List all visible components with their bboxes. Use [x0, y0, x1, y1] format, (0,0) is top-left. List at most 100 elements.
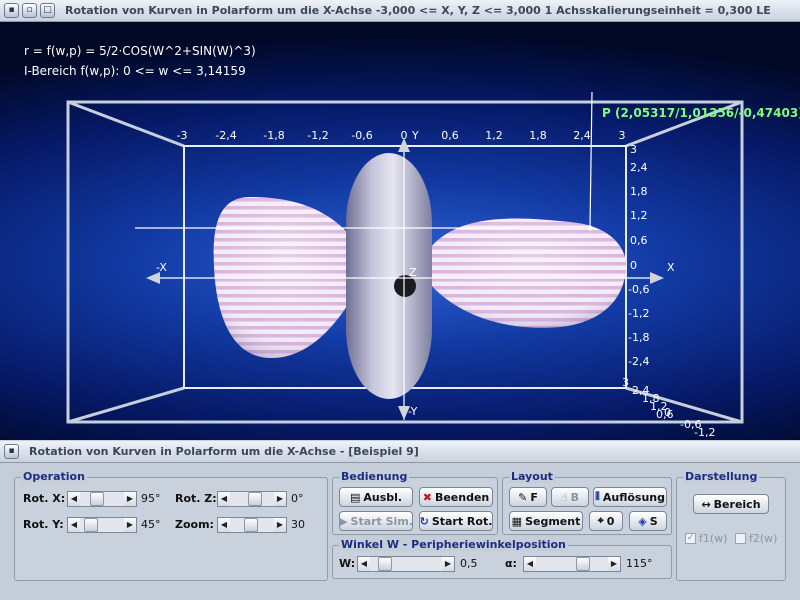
scroll-left-icon[interactable]: ◀	[68, 492, 80, 506]
slider-thumb[interactable]	[84, 518, 98, 532]
minimize-icon[interactable]: ▫	[22, 3, 37, 18]
start-rot-button[interactable]: ↻ Start Rot.	[419, 511, 493, 531]
zero-button[interactable]: ⌖ 0	[589, 511, 623, 531]
alpha-value: 115°	[626, 557, 653, 570]
ausbl-button[interactable]: ▤ Ausbl.	[339, 487, 413, 507]
slider-thumb[interactable]	[90, 492, 104, 506]
zoom-slider[interactable]: ◀ ▶	[217, 517, 287, 533]
top-tick-label: 0,6	[441, 129, 459, 142]
scroll-right-icon[interactable]: ▶	[124, 492, 136, 506]
brush-icon: ✎	[518, 490, 528, 504]
plot-canvas: -3 -2,4 -1,8 -1,2 -0,6 0 0,6 1,2 1,8 2,4…	[66, 91, 744, 439]
diag-tick-label: 0	[664, 406, 671, 419]
rotate-icon: ↻	[419, 514, 429, 528]
scroll-left-icon[interactable]: ◀	[68, 518, 80, 532]
f-button[interactable]: ✎ F	[509, 487, 547, 507]
w-value: 0,5	[460, 557, 478, 570]
f2-label: f2(w)	[749, 532, 778, 545]
right-tick-label: 2,4	[630, 161, 648, 174]
scroll-right-icon[interactable]: ▶	[274, 492, 286, 506]
checkbox-checked-icon[interactable]: ✓	[685, 533, 696, 544]
top-tick-label: -1,8	[263, 129, 284, 142]
scroll-right-icon[interactable]: ▶	[124, 518, 136, 532]
maximize-icon[interactable]: □	[40, 3, 55, 18]
rot-x-value: 95°	[141, 492, 161, 505]
slider-thumb[interactable]	[576, 557, 590, 571]
right-tick-label: 1,8	[630, 185, 648, 198]
bereich-label: Bereich	[713, 497, 761, 511]
window-menu-icon[interactable]: ▪	[4, 444, 19, 459]
beenden-button[interactable]: ✖ Beenden	[419, 487, 493, 507]
top-tick-label: 0	[401, 129, 408, 142]
bereich-button[interactable]: ↔ Bereich	[693, 494, 769, 514]
checkbox-icon[interactable]	[735, 533, 746, 544]
pointer-icon: ☝	[560, 490, 568, 504]
plot-viewport[interactable]: -3 -2,4 -1,8 -1,2 -0,6 0 0,6 1,2 1,8 2,4…	[0, 22, 800, 440]
operation-group: Operation Rot. X: ◀ ▶ 95° Rot. Z: ◀ ▶ 0°…	[14, 470, 328, 581]
main-title-bar[interactable]: ▪ ▫ □ Rotation von Kurven in Polarform u…	[0, 0, 800, 22]
scroll-right-icon[interactable]: ▶	[274, 518, 286, 532]
scroll-left-icon[interactable]: ◀	[524, 557, 536, 571]
darstellung-group: Darstellung ↔ Bereich ✓ f1(w) f2(w)	[676, 470, 786, 581]
control-panel: Operation Rot. X: ◀ ▶ 95° Rot. Z: ◀ ▶ 0°…	[0, 463, 800, 600]
layout-group-label: Layout	[509, 470, 555, 483]
window-menu-icon[interactable]: ▪	[4, 3, 19, 18]
top-tick-label: -2,4	[215, 129, 236, 142]
diag-tick-label: -1,2	[694, 426, 715, 439]
beenden-label: Beenden	[434, 490, 490, 504]
alpha-label: α:	[505, 557, 517, 570]
f-label: F	[530, 490, 538, 504]
control-window-title: Rotation von Kurven in Polarform um die …	[29, 445, 419, 458]
start-sim-button[interactable]: ▶ Start Sim.	[339, 511, 413, 531]
axis-label-neg-x: -X	[156, 261, 167, 274]
bedienung-group-label: Bedienung	[339, 470, 410, 483]
right-tick-label: 0	[630, 259, 637, 272]
paint-icon: ◈	[638, 514, 647, 528]
top-tick-label: -0,6	[351, 129, 372, 142]
scroll-left-icon[interactable]: ◀	[218, 518, 230, 532]
grid-icon: ▦	[511, 514, 523, 528]
rot-x-label: Rot. X:	[23, 492, 66, 505]
top-tick-label: 1,8	[529, 129, 547, 142]
slider-thumb[interactable]	[248, 492, 262, 506]
scroll-left-icon[interactable]: ◀	[358, 557, 370, 571]
scroll-left-icon[interactable]: ◀	[218, 492, 230, 506]
scroll-right-icon[interactable]: ▶	[442, 557, 454, 571]
play-icon: ▶	[339, 514, 348, 528]
f2-checkbox[interactable]: f2(w)	[735, 532, 777, 545]
s-label: S	[649, 514, 658, 528]
rot-z-label: Rot. Z:	[175, 492, 217, 505]
slider-thumb[interactable]	[378, 557, 392, 571]
f1-label: f1(w)	[699, 532, 728, 545]
start-sim-label: Start Sim.	[350, 514, 413, 528]
segment-button[interactable]: ▦ Segment	[509, 511, 583, 531]
slider-thumb[interactable]	[244, 518, 258, 532]
right-tick-label: 3	[630, 143, 637, 156]
b-button[interactable]: ☝ B	[551, 487, 589, 507]
aufloesung-button[interactable]: ⦀ Auflösung	[593, 487, 667, 507]
s-button[interactable]: ◈ S	[629, 511, 667, 531]
control-title-bar[interactable]: ▪ Rotation von Kurven in Polarform um di…	[0, 441, 800, 463]
diag-tick-label: 3	[622, 376, 629, 389]
segment-label: Segment	[525, 514, 581, 528]
alpha-slider[interactable]: ◀ ▶	[523, 556, 621, 572]
rot-z-slider[interactable]: ◀ ▶	[217, 491, 287, 507]
save-icon: ▤	[349, 490, 361, 504]
top-tick-label: 2,4	[573, 129, 591, 142]
darstellung-group-label: Darstellung	[683, 470, 760, 483]
axis-label-y: Y	[411, 129, 419, 142]
rot-y-label: Rot. Y:	[23, 518, 64, 531]
scroll-right-icon[interactable]: ▶	[608, 557, 620, 571]
ausbl-label: Ausbl.	[363, 490, 403, 504]
winkel-group: Winkel W - Peripheriewinkelposition W: ◀…	[332, 538, 672, 579]
axis-label-z: Z	[409, 266, 417, 279]
w-slider[interactable]: ◀ ▶	[357, 556, 455, 572]
rot-y-slider[interactable]: ◀ ▶	[67, 517, 137, 533]
operation-group-label: Operation	[21, 470, 87, 483]
b-label: B	[570, 490, 580, 504]
f1-checkbox[interactable]: ✓ f1(w)	[685, 532, 727, 545]
interval-text: I-Bereich f(w,p): 0 <= w <= 3,14159	[24, 64, 246, 78]
main-window-title: Rotation von Kurven in Polarform um die …	[65, 4, 771, 17]
zoom-label: Zoom:	[175, 518, 214, 531]
rot-x-slider[interactable]: ◀ ▶	[67, 491, 137, 507]
